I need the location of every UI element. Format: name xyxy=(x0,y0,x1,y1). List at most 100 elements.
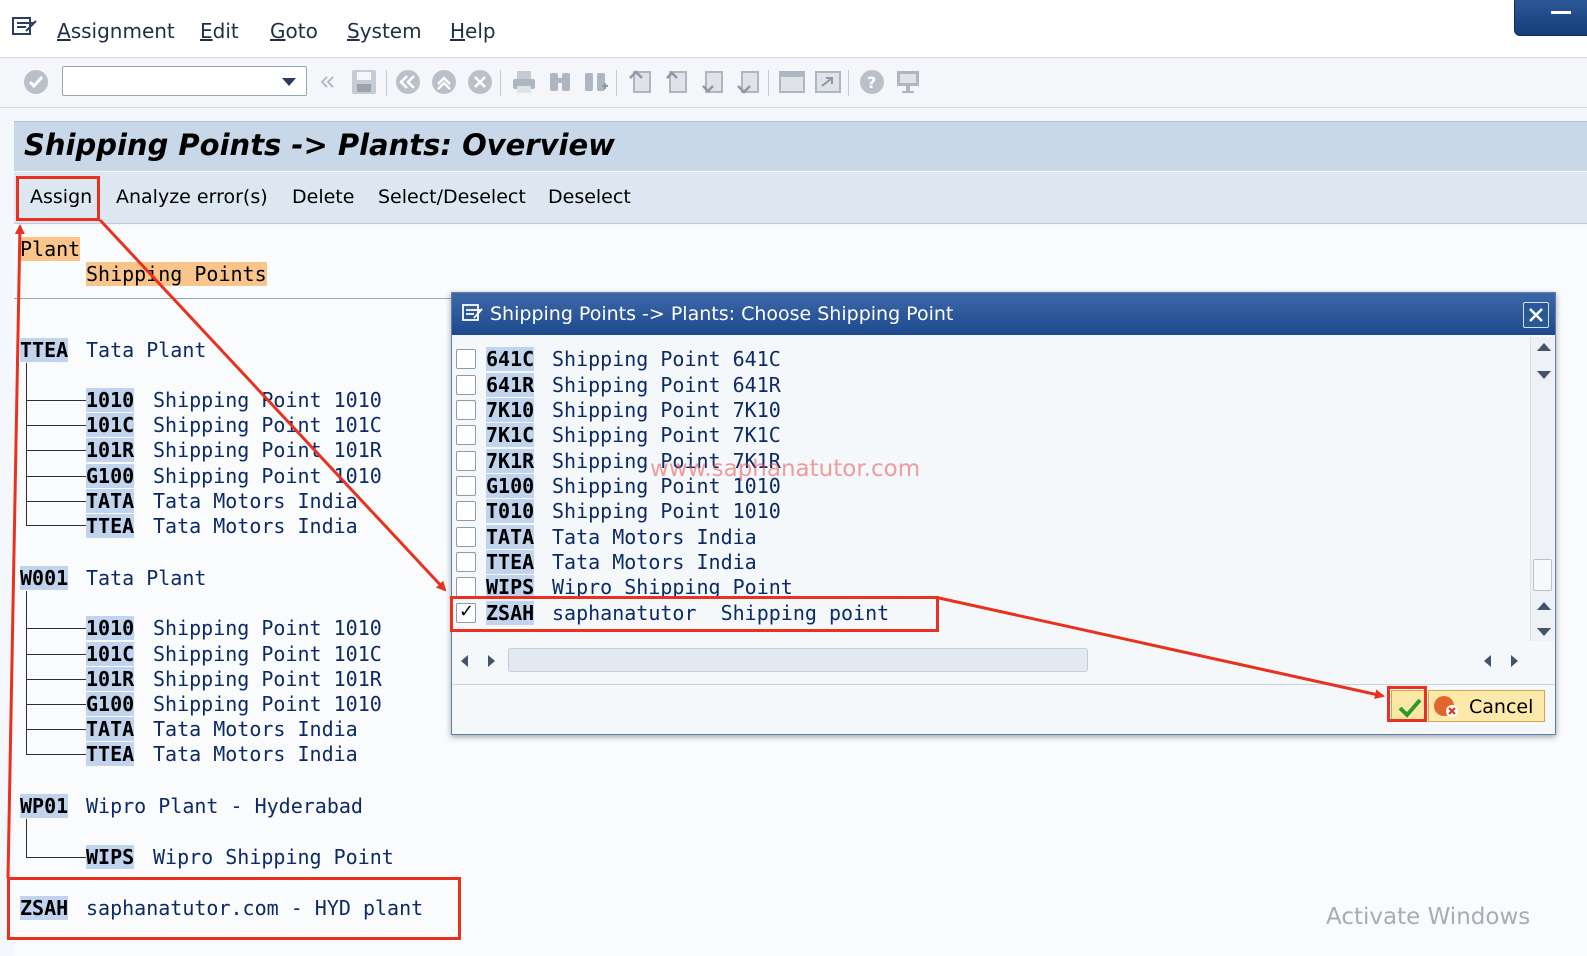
shipping-point-code[interactable]: G100 xyxy=(86,692,135,716)
list-item[interactable]: TTEA Tata Motors India xyxy=(452,550,1530,575)
shipping-point-code[interactable]: 101R xyxy=(86,438,135,462)
list-item[interactable]: T010 Shipping Point 1010 xyxy=(452,499,1530,524)
back-icon[interactable] xyxy=(394,68,422,96)
scroll-left-icon[interactable] xyxy=(1484,655,1491,667)
shipping-point-code[interactable]: TATA xyxy=(86,489,135,513)
row-checkbox[interactable] xyxy=(456,451,476,471)
plant-name: Wipro Plant - Hyderabad xyxy=(86,794,363,818)
shipping-point-code[interactable]: 101R xyxy=(86,667,135,691)
row-checkbox[interactable] xyxy=(456,349,476,369)
command-field[interactable] xyxy=(62,66,307,96)
tree-line xyxy=(26,525,86,526)
watermark-text: www.saphanatutor.com xyxy=(650,456,921,482)
shipping-point-code[interactable]: TATA xyxy=(86,717,135,741)
shipping-point-code[interactable]: 1010 xyxy=(86,616,135,640)
list-item[interactable]: 7K1C Shipping Point 7K1C xyxy=(452,423,1530,448)
system-toolbar: ? xyxy=(0,58,1587,108)
help-icon[interactable]: ? xyxy=(858,68,886,96)
row-name: Tata Motors India xyxy=(552,525,757,549)
tree-line xyxy=(26,450,86,451)
row-code: T010 xyxy=(486,499,535,523)
row-checkbox[interactable] xyxy=(456,552,476,572)
row-checkbox[interactable] xyxy=(456,400,476,420)
row-checkbox[interactable] xyxy=(456,577,476,597)
highlight-continue xyxy=(1387,686,1427,722)
print-icon[interactable] xyxy=(510,68,538,96)
row-checkbox[interactable] xyxy=(456,425,476,445)
shipping-point-name: Shipping Point 1010 xyxy=(153,464,382,488)
list-item[interactable]: 641R Shipping Point 641R xyxy=(452,373,1530,398)
tree-line xyxy=(26,754,86,755)
cancel-button[interactable]: Cancel xyxy=(1428,690,1545,722)
first-page-icon[interactable] xyxy=(626,68,654,96)
shipping-point-name: Tata Motors India xyxy=(153,742,358,766)
menu-assignment[interactable]: Assignment xyxy=(57,19,175,43)
row-code: G100 xyxy=(486,474,535,498)
menu-help[interactable]: Help xyxy=(450,19,496,43)
horizontal-scrollbar[interactable] xyxy=(508,648,1088,672)
create-session-icon[interactable] xyxy=(778,68,806,96)
plant-code[interactable]: WP01 xyxy=(20,794,69,818)
double-chevron-left-icon[interactable] xyxy=(318,68,336,96)
row-checkbox[interactable] xyxy=(456,501,476,521)
choose-shipping-point-dialog: Shipping Points -> Plants: Choose Shippi… xyxy=(451,292,1556,735)
minimize-button[interactable] xyxy=(1514,0,1587,36)
scroll-right-icon[interactable] xyxy=(1511,655,1518,667)
shipping-point-code[interactable]: WIPS xyxy=(86,845,135,869)
find-next-icon[interactable] xyxy=(582,68,610,96)
layout-icon[interactable] xyxy=(894,68,922,96)
shipping-point-name: Shipping Point 1010 xyxy=(153,692,382,716)
list-item[interactable]: 7K1R Shipping Point 7K1R xyxy=(452,449,1530,474)
scroll-right-icon[interactable] xyxy=(488,655,495,667)
shipping-point-code[interactable]: G100 xyxy=(86,464,135,488)
delete-button[interactable]: Delete xyxy=(292,186,354,208)
list-item[interactable]: 641C Shipping Point 641C xyxy=(452,347,1530,372)
deselect-button[interactable]: Deselect xyxy=(548,186,631,208)
plant-code[interactable]: TTEA xyxy=(20,338,69,362)
menu-goto[interactable]: Goto xyxy=(270,19,318,43)
scroll-up-icon[interactable] xyxy=(1537,343,1551,351)
shortcut-icon[interactable] xyxy=(814,68,842,96)
menu-icon[interactable] xyxy=(12,16,38,38)
scroll-thumb[interactable] xyxy=(1533,559,1552,591)
save-icon[interactable] xyxy=(350,68,378,96)
row-name: Tata Motors India xyxy=(552,550,757,574)
find-icon[interactable] xyxy=(546,68,574,96)
select-deselect-button[interactable]: Select/Deselect xyxy=(378,186,526,208)
dialog-close-button[interactable] xyxy=(1523,302,1549,328)
shipping-point-code[interactable]: 101C xyxy=(86,413,135,437)
row-checkbox[interactable] xyxy=(456,527,476,547)
tree-line xyxy=(26,628,86,629)
previous-page-icon[interactable] xyxy=(662,68,690,96)
menu-edit[interactable]: Edit xyxy=(200,19,239,43)
next-page-icon[interactable] xyxy=(698,68,726,96)
list-item[interactable]: TATA Tata Motors India xyxy=(452,525,1530,550)
shipping-point-code[interactable]: TTEA xyxy=(86,514,135,538)
menu-system[interactable]: System xyxy=(347,19,422,43)
chevron-down-icon[interactable] xyxy=(282,78,296,86)
enter-icon[interactable] xyxy=(22,68,50,96)
cancel-icon[interactable] xyxy=(466,68,494,96)
list-item[interactable]: G100 Shipping Point 1010 xyxy=(452,474,1530,499)
last-page-icon[interactable] xyxy=(734,68,762,96)
vertical-scrollbar[interactable] xyxy=(1530,337,1554,641)
dialog-menu-icon[interactable] xyxy=(462,303,484,323)
plant-name: Tata Plant xyxy=(86,566,207,590)
list-item[interactable]: 7K10 Shipping Point 7K10 xyxy=(452,398,1530,423)
toolbar-separator xyxy=(500,70,501,96)
scroll-down-icon[interactable] xyxy=(1537,628,1551,636)
scroll-up-icon[interactable] xyxy=(1537,602,1551,610)
row-checkbox[interactable] xyxy=(456,476,476,496)
header-plant: Plant xyxy=(20,237,81,261)
highlight-assign xyxy=(16,176,100,221)
scroll-down-icon[interactable] xyxy=(1537,371,1551,379)
plant-code[interactable]: W001 xyxy=(20,566,69,590)
shipping-point-code[interactable]: 1010 xyxy=(86,388,135,412)
scroll-left-icon[interactable] xyxy=(461,655,468,667)
row-checkbox[interactable] xyxy=(456,375,476,395)
analyze-errors-button[interactable]: Analyze error(s) xyxy=(116,186,268,208)
shipping-point-code[interactable]: TTEA xyxy=(86,742,135,766)
exit-icon[interactable] xyxy=(430,68,458,96)
shipping-point-code[interactable]: 101C xyxy=(86,642,135,666)
dialog-title-bar[interactable]: Shipping Points -> Plants: Choose Shippi… xyxy=(452,293,1555,335)
